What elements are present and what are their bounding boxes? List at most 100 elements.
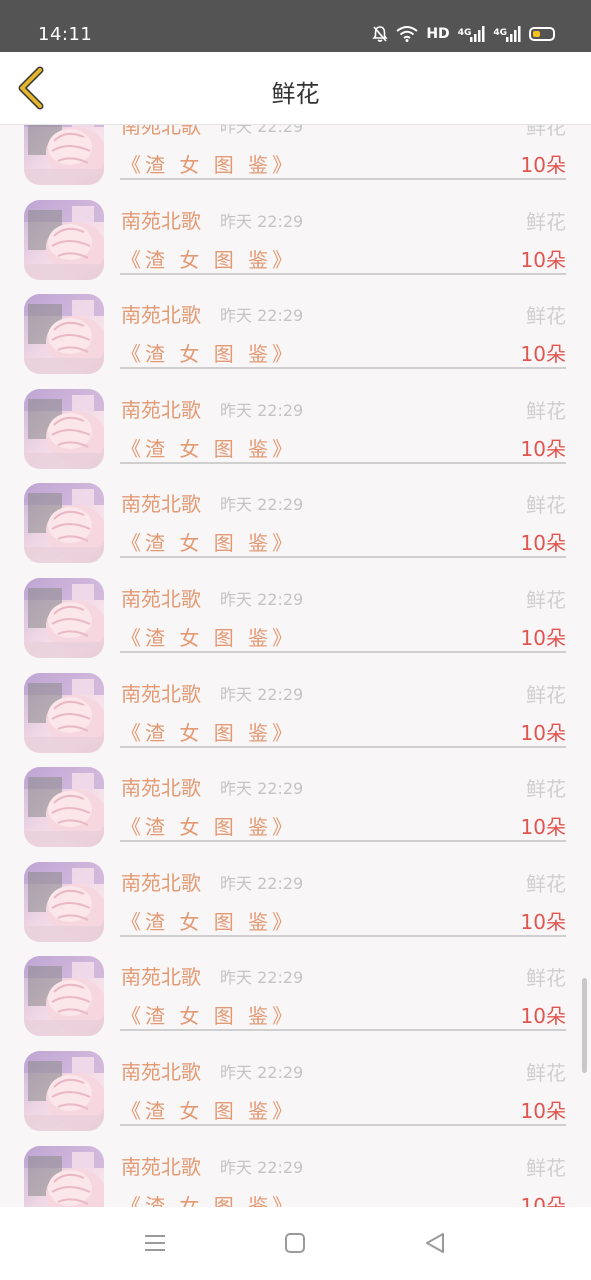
book-title[interactable]: 《渣 女 图 鉴》 bbox=[121, 244, 296, 273]
avatar[interactable] bbox=[24, 199, 104, 280]
gift-type: 鲜花 bbox=[526, 125, 566, 139]
divider bbox=[120, 1029, 566, 1032]
timestamp: 昨天 22:29 bbox=[220, 211, 304, 231]
book-title[interactable]: 《渣 女 图 鉴》 bbox=[121, 717, 296, 746]
username[interactable]: 南苑北歌 bbox=[121, 772, 201, 801]
book-title[interactable]: 《渣 女 图 鉴》 bbox=[121, 1000, 296, 1029]
avatar[interactable] bbox=[24, 956, 104, 1037]
username[interactable]: 南苑北歌 bbox=[121, 299, 201, 328]
gift-amount: 10朵 bbox=[520, 1004, 566, 1029]
book-title[interactable]: 《渣 女 图 鉴》 bbox=[121, 811, 296, 840]
username[interactable]: 南苑北歌 bbox=[121, 488, 201, 517]
list-item[interactable]: 南苑北歌 昨天 22:29 鲜花 《渣 女 图 鉴》 10朵 bbox=[0, 125, 591, 188]
divider bbox=[120, 367, 566, 370]
gift-amount: 10朵 bbox=[520, 1193, 566, 1207]
gift-type: 鲜花 bbox=[526, 493, 566, 518]
username[interactable]: 南苑北歌 bbox=[121, 961, 201, 990]
timestamp: 昨天 22:29 bbox=[220, 495, 304, 515]
network-type-2: 4G bbox=[493, 28, 507, 38]
avatar[interactable] bbox=[24, 1145, 104, 1207]
gift-amount: 10朵 bbox=[520, 531, 566, 556]
list-item[interactable]: 南苑北歌 昨天 22:29 鲜花 《渣 女 图 鉴》 10朵 bbox=[0, 282, 591, 377]
username[interactable]: 南苑北歌 bbox=[121, 678, 201, 707]
timestamp: 昨天 22:29 bbox=[220, 684, 304, 704]
book-title[interactable]: 《渣 女 图 鉴》 bbox=[121, 622, 296, 651]
avatar[interactable] bbox=[24, 577, 104, 658]
header: 鲜花 bbox=[0, 52, 591, 125]
gift-amount: 10朵 bbox=[520, 153, 566, 177]
timestamp: 昨天 22:29 bbox=[220, 125, 304, 136]
username[interactable]: 南苑北歌 bbox=[121, 583, 201, 612]
timestamp: 昨天 22:29 bbox=[220, 1157, 304, 1177]
gift-list[interactable]: 南苑北歌 昨天 22:29 鲜花 《渣 女 图 鉴》 10朵 南苑北歌 昨天 2… bbox=[0, 125, 591, 1207]
book-title[interactable]: 《渣 女 图 鉴》 bbox=[121, 1190, 296, 1207]
avatar[interactable] bbox=[24, 767, 104, 848]
timestamp: 昨天 22:29 bbox=[220, 589, 304, 609]
status-icons: HD 4G 4G bbox=[372, 25, 555, 43]
timestamp: 昨天 22:29 bbox=[220, 400, 304, 420]
username[interactable]: 南苑北歌 bbox=[121, 867, 201, 896]
signal-icon: 4G bbox=[458, 26, 486, 42]
username[interactable]: 南苑北歌 bbox=[121, 1151, 201, 1180]
book-title[interactable]: 《渣 女 图 鉴》 bbox=[121, 527, 296, 556]
timestamp: 昨天 22:29 bbox=[220, 1062, 304, 1082]
timestamp: 昨天 22:29 bbox=[220, 306, 304, 326]
divider bbox=[120, 840, 566, 843]
username[interactable]: 南苑北歌 bbox=[121, 125, 201, 139]
list-item[interactable]: 南苑北歌 昨天 22:29 鲜花 《渣 女 图 鉴》 10朵 bbox=[0, 1039, 591, 1134]
list-item[interactable]: 南苑北歌 昨天 22:29 鲜花 《渣 女 图 鉴》 10朵 bbox=[0, 1134, 591, 1207]
gift-type: 鲜花 bbox=[526, 1155, 566, 1180]
wifi-icon bbox=[396, 26, 418, 42]
gift-amount: 10朵 bbox=[520, 720, 566, 745]
avatar[interactable] bbox=[24, 861, 104, 942]
timestamp: 昨天 22:29 bbox=[220, 779, 304, 799]
gift-list-items: 南苑北歌 昨天 22:29 鲜花 《渣 女 图 鉴》 10朵 南苑北歌 昨天 2… bbox=[0, 125, 591, 1207]
book-title[interactable]: 《渣 女 图 鉴》 bbox=[121, 433, 296, 462]
list-item[interactable]: 南苑北歌 昨天 22:29 鲜花 《渣 女 图 鉴》 10朵 bbox=[0, 188, 591, 283]
list-item[interactable]: 南苑北歌 昨天 22:29 鲜花 《渣 女 图 鉴》 10朵 bbox=[0, 661, 591, 756]
gift-amount: 10朵 bbox=[520, 909, 566, 934]
gift-type: 鲜花 bbox=[526, 398, 566, 423]
gift-amount: 10朵 bbox=[520, 436, 566, 461]
divider bbox=[120, 461, 566, 464]
gift-type: 鲜花 bbox=[526, 871, 566, 896]
list-item[interactable]: 南苑北歌 昨天 22:29 鲜花 《渣 女 图 鉴》 10朵 bbox=[0, 471, 591, 566]
home-square-icon[interactable] bbox=[284, 1232, 306, 1258]
avatar[interactable] bbox=[24, 1050, 104, 1131]
avatar[interactable] bbox=[24, 125, 104, 185]
book-title[interactable]: 《渣 女 图 鉴》 bbox=[121, 906, 296, 935]
gift-type: 鲜花 bbox=[526, 304, 566, 329]
list-item[interactable]: 南苑北歌 昨天 22:29 鲜花 《渣 女 图 鉴》 10朵 bbox=[0, 755, 591, 850]
avatar[interactable] bbox=[24, 672, 104, 753]
list-item[interactable]: 南苑北歌 昨天 22:29 鲜花 《渣 女 图 鉴》 10朵 bbox=[0, 944, 591, 1039]
system-nav-bar bbox=[0, 1207, 591, 1280]
avatar[interactable] bbox=[24, 388, 104, 469]
username[interactable]: 南苑北歌 bbox=[121, 205, 201, 234]
book-title[interactable]: 《渣 女 图 鉴》 bbox=[121, 1095, 296, 1124]
gift-type: 鲜花 bbox=[526, 682, 566, 707]
list-item[interactable]: 南苑北歌 昨天 22:29 鲜花 《渣 女 图 鉴》 10朵 bbox=[0, 850, 591, 945]
page-title: 鲜花 bbox=[271, 80, 320, 108]
gift-type: 鲜花 bbox=[526, 209, 566, 234]
list-item[interactable]: 南苑北歌 昨天 22:29 鲜花 《渣 女 图 鉴》 10朵 bbox=[0, 377, 591, 472]
hd-label: HD bbox=[426, 26, 450, 42]
back-triangle-icon[interactable] bbox=[424, 1232, 446, 1258]
list-item[interactable]: 南苑北歌 昨天 22:29 鲜花 《渣 女 图 鉴》 10朵 bbox=[0, 566, 591, 661]
menu-icon[interactable] bbox=[144, 1232, 166, 1258]
divider bbox=[120, 556, 566, 559]
avatar[interactable] bbox=[24, 294, 104, 375]
book-title[interactable]: 《渣 女 图 鉴》 bbox=[121, 149, 296, 178]
username[interactable]: 南苑北歌 bbox=[121, 394, 201, 423]
timestamp: 昨天 22:29 bbox=[220, 873, 304, 893]
gift-type: 鲜花 bbox=[526, 777, 566, 802]
book-title[interactable]: 《渣 女 图 鉴》 bbox=[121, 338, 296, 367]
gift-amount: 10朵 bbox=[520, 625, 566, 650]
scrollbar[interactable] bbox=[582, 978, 587, 1073]
gift-amount: 10朵 bbox=[520, 247, 566, 272]
status-time: 14:11 bbox=[38, 24, 93, 45]
timestamp: 昨天 22:29 bbox=[220, 968, 304, 988]
divider bbox=[120, 1123, 566, 1126]
gift-amount: 10朵 bbox=[520, 1098, 566, 1123]
username[interactable]: 南苑北歌 bbox=[121, 1056, 201, 1085]
avatar[interactable] bbox=[24, 483, 104, 564]
